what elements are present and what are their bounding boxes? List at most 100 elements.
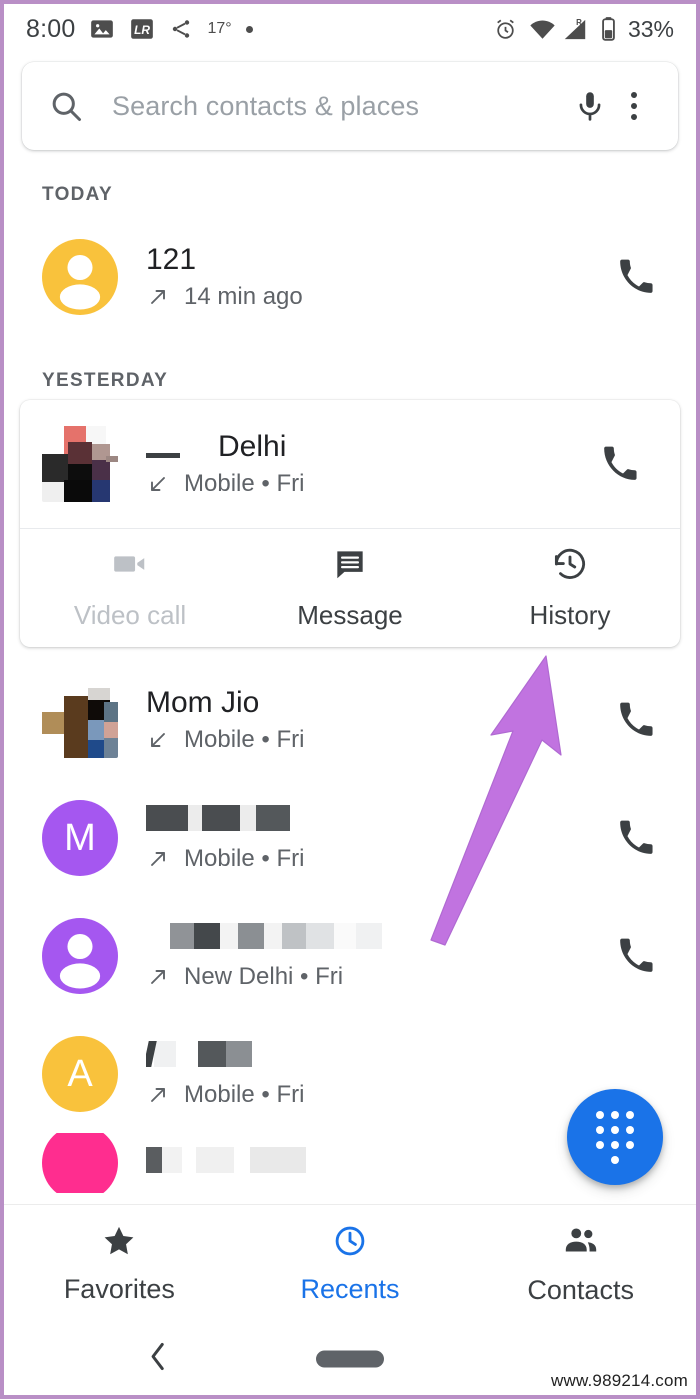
tab-contacts[interactable]: Contacts <box>465 1222 696 1306</box>
table-row[interactable]: Mom Jio Mobile • Fri <box>4 661 696 779</box>
status-bar-temperature: 17° <box>207 20 232 37</box>
people-icon <box>562 1222 600 1267</box>
redacted-name-blocks <box>170 921 382 951</box>
table-row[interactable]: 121 14 min ago <box>4 218 696 336</box>
call-button[interactable] <box>590 445 650 483</box>
dialpad-icon <box>594 1110 636 1164</box>
status-bar-clock: 8:00 <box>26 14 76 43</box>
dot-icon <box>245 25 253 33</box>
contact-name: 121 <box>146 242 197 276</box>
history-label: History <box>529 600 611 630</box>
incoming-call-icon <box>146 728 170 752</box>
row-text: Mobile • Fri <box>146 803 606 874</box>
row-text: 121 14 min ago <box>146 243 606 312</box>
search-icon <box>48 88 84 124</box>
video-call-action[interactable]: Video call <box>20 529 240 647</box>
bottom-navigation: Favorites Recents Contacts <box>4 1204 696 1322</box>
history-clock-icon <box>551 545 589 590</box>
section-header-today: TODAY <box>42 184 113 205</box>
call-meta: New Delhi • Fri <box>146 963 606 991</box>
expanded-call-card: Delhi Mobile • Fri Video call Message Hi… <box>20 400 680 647</box>
video-camera-icon <box>111 545 149 590</box>
message-action[interactable]: Message <box>240 529 460 647</box>
dialpad-fab-button[interactable] <box>567 1089 663 1185</box>
call-time: 14 min ago <box>184 283 303 311</box>
avatar <box>42 682 118 758</box>
avatar <box>42 1133 118 1193</box>
avatar: A <box>42 1036 118 1112</box>
redacted-name-blocks <box>146 803 290 833</box>
avatar-initial: A <box>67 1052 93 1095</box>
incoming-call-icon <box>146 472 170 496</box>
avatar <box>42 918 118 994</box>
phone-screenshot-frame: 8:00 LR 17° R 33% Search contacts & plac… <box>0 0 700 1399</box>
table-row[interactable]: New Delhi • Fri <box>4 897 696 1015</box>
clock-icon <box>332 1223 368 1266</box>
video-call-label: Video call <box>73 600 187 630</box>
search-bar[interactable]: Search contacts & places <box>22 62 678 150</box>
section-header-yesterday: YESTERDAY <box>42 370 169 391</box>
call-meta: Mobile • Fri <box>146 726 606 754</box>
wifi-icon <box>529 17 556 42</box>
contact-photo-pixelated <box>42 682 118 758</box>
battery-icon <box>600 16 617 42</box>
call-button[interactable] <box>606 937 666 975</box>
status-bar-left: 8:00 LR 17° <box>26 15 493 44</box>
message-label: Message <box>297 600 403 630</box>
contact-name: Delhi <box>146 430 590 465</box>
call-meta: 14 min ago <box>146 283 606 311</box>
call-subtitle: Mobile • Fri <box>184 845 305 873</box>
avatar <box>42 426 118 502</box>
overflow-menu-icon[interactable] <box>612 92 656 120</box>
call-meta: Mobile • Fri <box>146 845 606 873</box>
avatar <box>42 239 118 315</box>
watermark: www.989214.com <box>551 1371 688 1390</box>
signal-roaming-icon: R <box>561 17 589 42</box>
microphone-icon[interactable] <box>568 89 612 123</box>
phone-screen: 8:00 LR 17° R 33% Search contacts & plac… <box>4 4 696 1395</box>
tab-recents[interactable]: Recents <box>235 1223 466 1305</box>
outgoing-call-icon <box>146 847 170 871</box>
contact-name: Mom Jio <box>146 685 260 719</box>
tab-favorites[interactable]: Favorites <box>4 1223 235 1305</box>
table-row[interactable]: M Mobile • Fri <box>4 779 696 897</box>
star-icon <box>101 1223 137 1266</box>
tab-contacts-label: Contacts <box>527 1274 634 1305</box>
outgoing-call-icon <box>146 285 170 309</box>
share-icon <box>169 17 193 41</box>
history-action[interactable]: History <box>460 529 680 647</box>
call-button[interactable] <box>606 701 666 739</box>
outgoing-call-icon <box>146 1083 170 1107</box>
row-text: Mom Jio Mobile • Fri <box>146 686 606 755</box>
status-bar: 8:00 LR 17° R 33% <box>4 4 696 54</box>
call-button[interactable] <box>606 258 666 296</box>
row-text: Delhi Mobile • Fri <box>146 430 590 499</box>
row-text: Mobile • Fri <box>146 1039 606 1110</box>
back-chevron-icon[interactable] <box>144 1339 172 1378</box>
contact-name-text: Delhi <box>218 429 287 463</box>
avatar: M <box>42 800 118 876</box>
contact-name <box>146 921 606 958</box>
battery-percentage: 33% <box>627 15 674 42</box>
table-row[interactable]: Delhi Mobile • Fri <box>20 400 680 528</box>
svg-text:R: R <box>576 17 582 26</box>
alarm-icon <box>493 17 518 42</box>
call-subtitle: Mobile • Fri <box>184 726 305 754</box>
tab-favorites-label: Favorites <box>63 1273 175 1304</box>
status-bar-right: R 33% <box>493 16 674 43</box>
search-input[interactable]: Search contacts & places <box>112 91 568 122</box>
recents-list: TODAY 121 14 min ago YESTERDAY Delhi Mob… <box>4 150 696 1193</box>
call-subtitle: Mobile • Fri <box>184 1081 305 1109</box>
call-meta: Mobile • Fri <box>146 470 590 498</box>
lr-app-icon: LR <box>129 16 155 42</box>
redacted-name-blocks <box>146 433 218 463</box>
contact-name <box>146 803 606 840</box>
call-meta: Mobile • Fri <box>146 1081 606 1109</box>
call-subtitle: Mobile • Fri <box>184 470 305 498</box>
home-pill-icon[interactable] <box>316 1350 384 1367</box>
contact-name <box>146 1039 606 1076</box>
call-button[interactable] <box>606 819 666 857</box>
card-actions: Video call Message History <box>20 529 680 647</box>
search-bar-container: Search contacts & places <box>4 54 696 150</box>
contact-photo-pixelated <box>42 426 118 502</box>
